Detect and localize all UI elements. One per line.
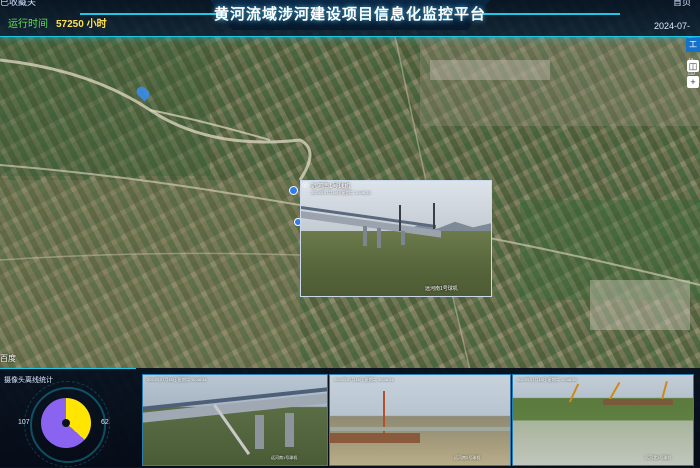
bridge-pier <box>401 231 405 245</box>
popup-timestamp: 2024年07月16日 星期二 10:48:35 <box>311 190 371 195</box>
thumb-barge <box>330 433 420 443</box>
thumbnail-camera-name: 远河南1号球机 <box>271 455 298 460</box>
thumbnail-timestamp: 2024年07月16日 星期二 10:48:35 <box>517 377 577 382</box>
zoom-in-icon[interactable]: + <box>687 76 699 88</box>
nav-link-left[interactable]: 已收藏关 <box>0 0 36 8</box>
donut-left-value: 107 <box>18 419 30 426</box>
thumb-bridge-pier <box>285 413 294 447</box>
camera-thumbnail[interactable]: 2024年07月16日 星期二 10:48:34 远河南1号球机 <box>142 374 328 466</box>
map-tool-tab[interactable]: 工 <box>686 38 700 52</box>
map-layer-icon[interactable]: ◫ <box>687 60 699 72</box>
runtime-value: 57250 小时 <box>56 19 107 30</box>
thumbnail-timestamp: 2024年07月16日 星期二 10:48:34 <box>334 377 394 382</box>
bridge-pier <box>363 226 367 246</box>
camera-marker-icon[interactable] <box>289 186 298 195</box>
thumb-crane <box>568 383 580 403</box>
runtime-label: 运行时间 <box>8 19 48 30</box>
thumb-bridge-pier <box>255 415 264 449</box>
power-tower <box>433 203 435 229</box>
nav-link-right[interactable]: 首页 <box>673 0 691 8</box>
bridge-pier <box>377 228 381 248</box>
thumb-water <box>330 427 510 431</box>
donut-right-value: 62 <box>101 419 109 426</box>
current-date: 2024-07- <box>654 21 691 31</box>
camera-thumbnail[interactable]: 2024年07月16日 星期二 10:48:35 远河北1号球机 <box>512 374 694 466</box>
thumbnail-camera-name: 远河南2号球机 <box>454 455 481 460</box>
popup-ground <box>301 231 491 296</box>
thumbnail-timestamp: 2024年07月16日 星期二 10:48:34 <box>147 377 207 382</box>
app-header: 黄河流域涉河建设项目信息化监控平台 已收藏关 首页 运行时间 57250 小时 2… <box>0 0 700 37</box>
power-tower <box>399 205 401 231</box>
camera-thumbnail[interactable]: 2024年07月16日 星期二 10:48:34 远河南2号球机 <box>329 374 511 466</box>
map-provider-logo: 百度 <box>0 354 16 363</box>
stats-title: 摄像头离线统计 <box>4 377 53 384</box>
camera-popup[interactable]: ◎ 远河南1号球机 2024年07月16日 星期二 10:48:35 远河南1号… <box>300 180 492 297</box>
donut-center <box>62 419 70 427</box>
thumb-construction-barge <box>603 399 673 405</box>
thumbnail-camera-name: 远河北1号球机 <box>645 455 672 460</box>
camera-offline-stats: 摄像头离线统计 <box>0 368 136 468</box>
popup-footer-label: 远河南1号球机 <box>425 286 458 292</box>
popup-camera-name: 远河南1号球机 <box>311 184 351 190</box>
camera-icon: ◎ <box>302 182 309 189</box>
runtime-display: 运行时间 57250 小时 <box>8 15 107 30</box>
